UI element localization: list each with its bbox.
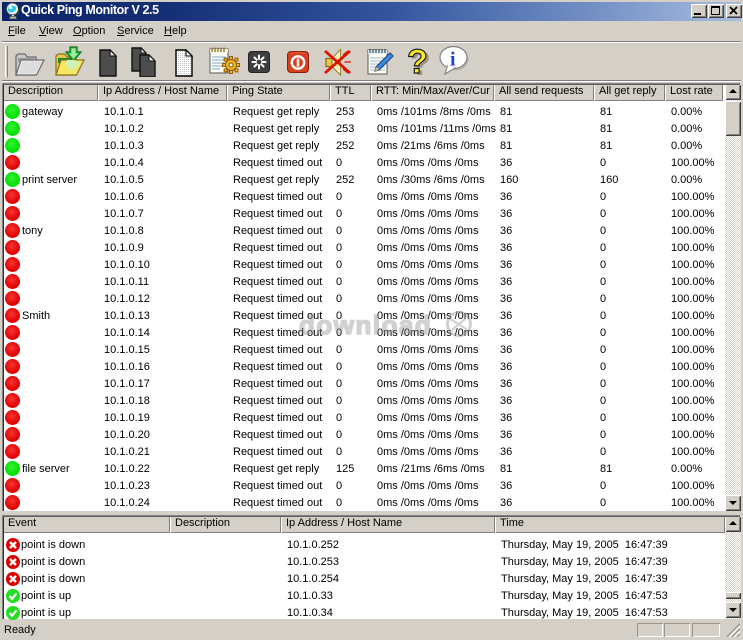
svg-text:download: download [299, 310, 432, 340]
svg-text:?: ? [407, 46, 428, 78]
svg-text:i: i [450, 49, 456, 71]
